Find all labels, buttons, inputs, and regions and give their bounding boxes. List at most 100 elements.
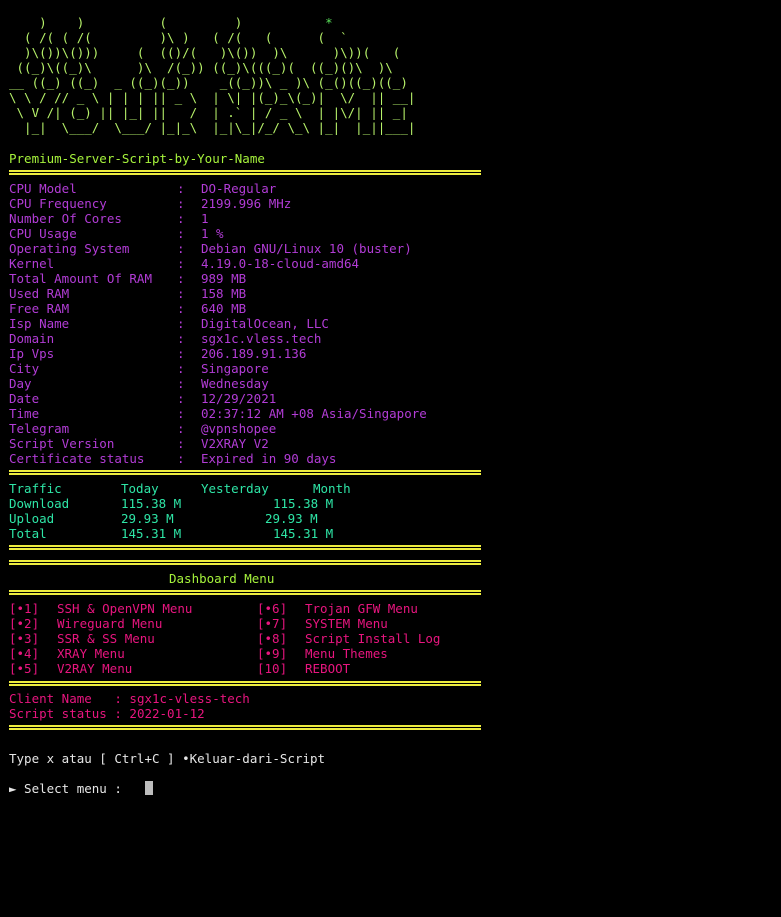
menu-item-key: [10] xyxy=(257,661,288,676)
menu-item-key: [•9] xyxy=(257,646,288,661)
banner-line: ) ) ( ) * xyxy=(9,15,333,30)
separator-line xyxy=(9,725,481,730)
info-value: Debian GNU/Linux 10 (buster) xyxy=(201,241,412,256)
info-separator: : xyxy=(177,211,185,226)
banner-line: |_| \___/ \___/ |_|_\ |_|\_|/_/ \_\ |_| … xyxy=(9,120,416,135)
banner-line: ( /( ( /( )\ ) ( /( ( ( ` xyxy=(9,30,363,45)
text-cursor[interactable] xyxy=(145,781,153,795)
traffic-month: 29.93 M xyxy=(265,511,318,526)
traffic-header: Yesterday xyxy=(201,481,269,496)
info-label: Total Amount Of RAM xyxy=(9,271,152,286)
menu-title: Dashboard Menu xyxy=(169,571,275,586)
info-separator: : xyxy=(177,301,185,316)
info-label: Isp Name xyxy=(9,316,70,331)
separator-line xyxy=(9,681,481,686)
menu-item-label: XRAY Menu xyxy=(57,646,125,661)
traffic-month: 145.31 M xyxy=(273,526,334,541)
info-separator: : xyxy=(177,376,185,391)
info-value: DigitalOcean, LLC xyxy=(201,316,329,331)
traffic-header: Traffic xyxy=(9,481,62,496)
menu-item-label: SSR & SS Menu xyxy=(57,631,155,646)
menu-item-label: SYSTEM Menu xyxy=(305,616,388,631)
info-separator: : xyxy=(177,346,185,361)
banner-star: * xyxy=(325,15,333,30)
menu-item-label: SSH & OpenVPN Menu xyxy=(57,601,193,616)
script-status: Script status : 2022-01-12 xyxy=(9,706,205,721)
client-name-label: Client Name : xyxy=(9,691,122,706)
info-value: sgx1c.vless.tech xyxy=(201,331,322,346)
menu-item-key: [•7] xyxy=(257,616,288,631)
info-separator: : xyxy=(177,316,185,331)
ascii-banner: ) ) ( ) * ( /( ( /( )\ ) ( /( ( ( ` )\()… xyxy=(9,15,423,135)
info-value: 02:37:12 AM +08 Asia/Singapore xyxy=(201,406,427,421)
separator-line xyxy=(9,470,481,475)
separator-line xyxy=(9,560,481,565)
banner-line: \ \ / // _ \ | | | || _ \ | \| |(_)_\(_)… xyxy=(9,90,416,105)
menu-item-key: [•6] xyxy=(257,601,288,616)
separator-line xyxy=(9,590,481,595)
separator-line xyxy=(9,170,481,175)
traffic-label: Total xyxy=(9,526,47,541)
info-label: CPU Frequency xyxy=(9,196,107,211)
info-value: 1 % xyxy=(201,226,224,241)
info-separator: : xyxy=(177,226,185,241)
menu-item-key: [•2] xyxy=(9,616,40,631)
info-separator: : xyxy=(177,181,185,196)
info-separator: : xyxy=(177,241,185,256)
info-separator: : xyxy=(177,391,185,406)
menu-item-key: [•4] xyxy=(9,646,40,661)
info-value: @vpnshopee xyxy=(201,421,277,436)
info-separator: : xyxy=(177,286,185,301)
traffic-header: Month xyxy=(313,481,351,496)
separator-line xyxy=(9,545,481,550)
traffic-today: 145.31 M xyxy=(121,526,182,541)
client-name-value: sgx1c-vless-tech xyxy=(129,691,250,706)
info-label: City xyxy=(9,361,40,376)
info-value: Singapore xyxy=(201,361,269,376)
script-status-value: 2022-01-12 xyxy=(129,706,205,721)
info-separator: : xyxy=(177,451,185,466)
info-separator: : xyxy=(177,436,185,451)
info-label: Day xyxy=(9,376,32,391)
info-value: 640 MB xyxy=(201,301,247,316)
menu-item-key: [•3] xyxy=(9,631,40,646)
traffic-month: 115.38 M xyxy=(273,496,334,511)
info-separator: : xyxy=(177,271,185,286)
info-label: Script Version xyxy=(9,436,115,451)
info-separator: : xyxy=(177,256,185,271)
info-label: Domain xyxy=(9,331,55,346)
menu-item-label: Wireguard Menu xyxy=(57,616,163,631)
info-value: DO-Regular xyxy=(201,181,277,196)
info-separator: : xyxy=(177,331,185,346)
traffic-label: Upload xyxy=(9,511,55,526)
info-separator: : xyxy=(177,361,185,376)
select-menu-prompt: ► Select menu : xyxy=(9,781,122,796)
banner-line: __ ((_) ((_) _ ((_)(_)) _((_))\ _ )\ (_(… xyxy=(9,75,416,90)
info-value: Wednesday xyxy=(201,376,269,391)
info-label: Operating System xyxy=(9,241,130,256)
menu-item-label: V2RAY Menu xyxy=(57,661,133,676)
info-value: 2199.996 MHz xyxy=(201,196,292,211)
info-value: 12/29/2021 xyxy=(201,391,277,406)
info-label: Certificate status xyxy=(9,451,145,466)
info-value: 1 xyxy=(201,211,209,226)
traffic-today: 115.38 M xyxy=(121,496,182,511)
info-value: V2XRAY V2 xyxy=(201,436,269,451)
menu-item-key: [•5] xyxy=(9,661,40,676)
info-label: CPU Model xyxy=(9,181,77,196)
script-status-label: Script status : xyxy=(9,706,122,721)
info-value: 989 MB xyxy=(201,271,247,286)
info-separator: : xyxy=(177,196,185,211)
menu-item-label: Script Install Log xyxy=(305,631,441,646)
info-value: 206.189.91.136 xyxy=(201,346,307,361)
menu-item-label: Trojan GFW Menu xyxy=(305,601,418,616)
menu-item-label: REBOOT xyxy=(305,661,351,676)
info-label: Used RAM xyxy=(9,286,70,301)
info-label: Time xyxy=(9,406,40,421)
info-label: Telegram xyxy=(9,421,70,436)
info-value: Expired in 90 days xyxy=(201,451,337,466)
menu-item-label: Menu Themes xyxy=(305,646,388,661)
traffic-header: Today xyxy=(121,481,159,496)
terminal-window[interactable]: ) ) ( ) * ( /( ( /( )\ ) ( /( ( ( ` )\()… xyxy=(0,0,781,917)
info-label: CPU Usage xyxy=(9,226,77,241)
